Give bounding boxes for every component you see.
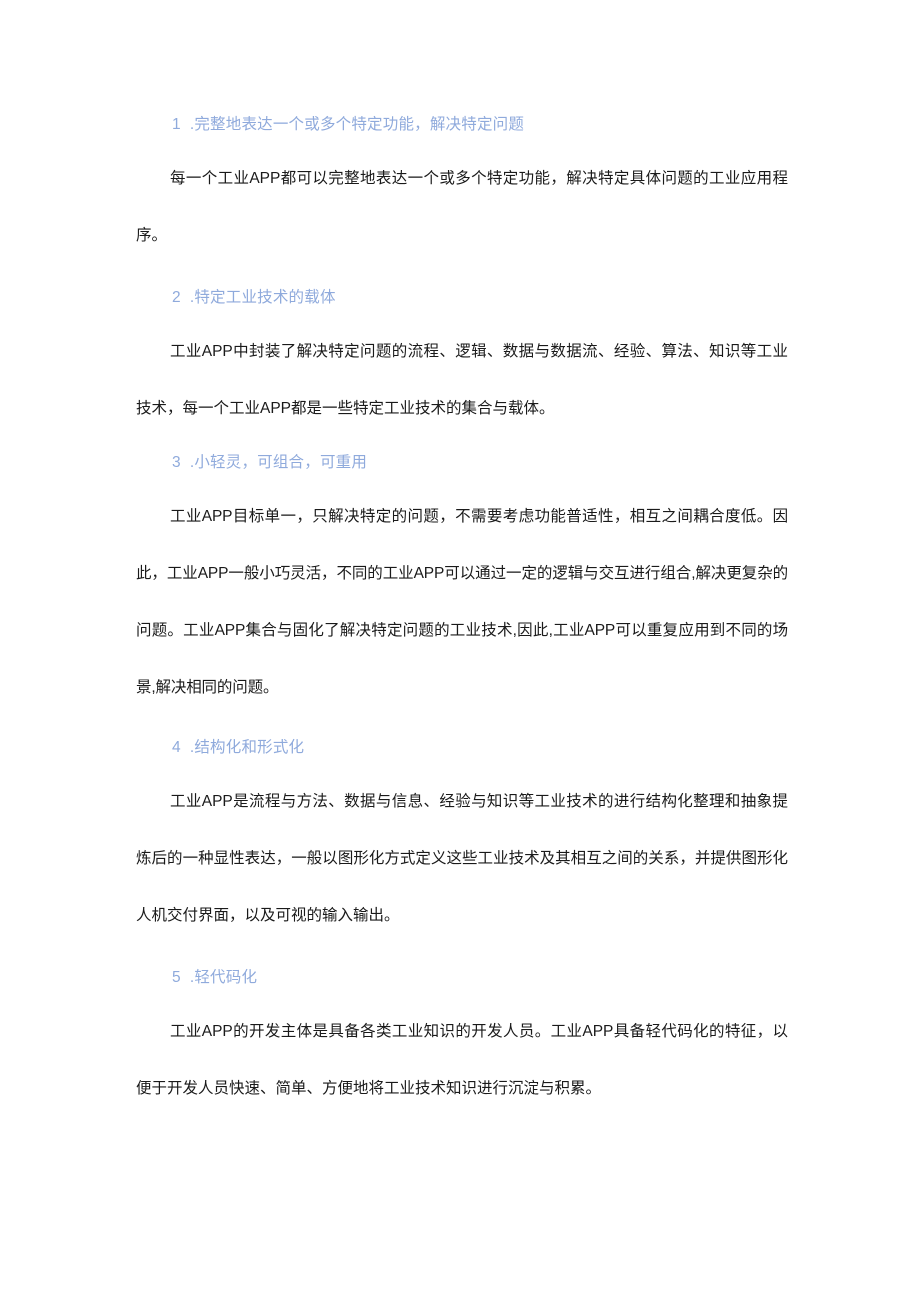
section-5-heading-text: 轻代码化 [194,969,258,986]
section-5-heading: 5 .轻代码化 [136,963,788,993]
section-2: 2 .特定工业技术的载体 工业APP中封装了解决特定问题的流程、逻辑、数据与数据流… [136,283,788,437]
section-4: 4 .结构化和形式化 工业APP是流程与方法、数据与信息、经验与知识等工业技术的进… [136,733,788,944]
section-1-heading: 1 .完整地表达一个或多个特定功能，解决特定问题 [136,110,788,140]
section-3-heading: 3 .小轻灵，可组合，可重用 [136,448,788,478]
section-5: 5 .轻代码化 工业APP的开发主体是具备各类工业知识的开发人员。工业APP具备轻… [136,963,788,1117]
section-4-heading-text: 结构化和形式化 [194,739,305,756]
section-2-heading-text: 特定工业技术的载体 [194,289,336,306]
section-3-paragraph: 工业APP目标单一，只解决特定的问题，不需要考虑功能普适性，相互之间耦合度低。因… [136,508,788,696]
document-page: 1 .完整地表达一个或多个特定功能，解决特定问题 每一个工业APP都可以完整地表达… [0,0,920,1301]
section-1-heading-text: 完整地表达一个或多个特定功能，解决特定问题 [194,116,525,133]
section-5-paragraph: 工业APP的开发主体是具备各类工业知识的开发人员。工业APP具备轻代码化的特征，… [136,1023,788,1097]
section-2-heading: 2 .特定工业技术的载体 [136,283,788,313]
section-1: 1 .完整地表达一个或多个特定功能，解决特定问题 每一个工业APP都可以完整地表达… [136,110,788,264]
section-4-number: 4 [172,739,181,756]
section-2-paragraph: 工业APP中封装了解决特定问题的流程、逻辑、数据与数据流、经验、算法、知识等工业… [136,343,788,417]
section-3-number: 3 [172,454,181,471]
section-2-number: 2 [172,289,181,306]
section-1-number: 1 [172,116,181,133]
section-4-paragraph: 工业APP是流程与方法、数据与信息、经验与知识等工业技术的进行结构化整理和抽象提… [136,793,788,924]
section-5-number: 5 [172,969,181,986]
section-1-paragraph: 每一个工业APP都可以完整地表达一个或多个特定功能，解决特定具体问题的工业应用程… [136,170,788,244]
section-4-heading: 4 .结构化和形式化 [136,733,788,763]
section-3: 3 .小轻灵，可组合，可重用 工业APP目标单一，只解决特定的问题，不需要考虑功能… [136,448,788,716]
section-3-heading-text: 小轻灵，可组合，可重用 [194,454,368,471]
